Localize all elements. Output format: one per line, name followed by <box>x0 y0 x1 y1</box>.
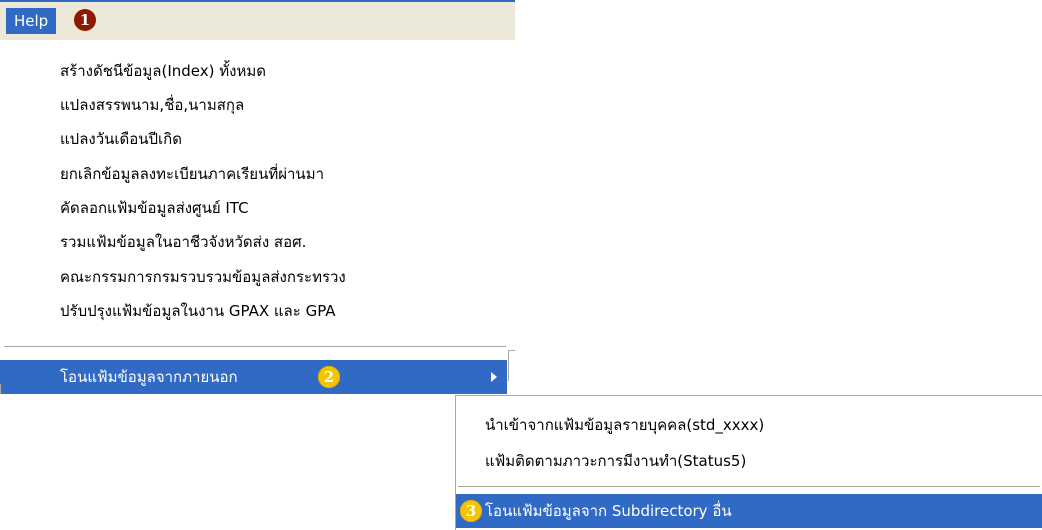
menu-item-label: รวมแฟ้มข้อมูลในอาชีวจังหวัดส่ง สอศ. <box>60 233 307 251</box>
menu-item-update-gpax[interactable]: ปรับปรุงแฟ้มข้อมูลในงาน GPAX และ GPA <box>0 294 507 328</box>
menu-item-label: โอนแฟ้มข้อมูลจากภายนอก <box>60 368 238 386</box>
menu-item-label: คณะกรรมการกรมรวบรวมข้อมูลส่งกระทรวง <box>60 268 346 286</box>
menu-item-label: แปลงวันเดือนปีเกิด <box>60 130 182 148</box>
submenu-item-transfer-subdirectory[interactable]: 3 โอนแฟ้มข้อมูลจาก Subdirectory อื่น <box>456 494 1042 528</box>
menu-item-convert-birthdate[interactable]: แปลงวันเดือนปีเกิด <box>0 122 507 156</box>
menu-item-label: สร้างดัชนีข้อมูล(Index) ทั้งหมด <box>60 62 266 80</box>
menu-item-label: แปลงสรรพนาม,ชื่อ,นามสกุล <box>60 96 245 114</box>
menu-item-convert-names[interactable]: แปลงสรรพนาม,ชื่อ,นามสกุล <box>0 88 507 122</box>
step-1-badge: 1 <box>74 9 96 31</box>
submenu-item-label: นำเข้าจากแฟ้มข้อมูลรายบุคคล(std_xxxx) <box>485 416 765 434</box>
menu-item-create-index[interactable]: สร้างดัชนีข้อมูล(Index) ทั้งหมด <box>0 54 507 88</box>
menu-item-label: ปรับปรุงแฟ้มข้อมูลในงาน GPAX และ GPA <box>60 302 336 320</box>
menu-border <box>0 384 9 394</box>
submenu-item-employment-status[interactable]: แฟ้มติดตามภาวะการมีงานทำ(Status5) <box>456 444 1042 478</box>
submenu-separator <box>458 486 1040 490</box>
menu-bar: Help 1 <box>0 0 515 40</box>
menu-item-cancel-registration[interactable]: ยกเลิกข้อมูลลงทะเบียนภาคเรียนที่ผ่านมา <box>0 157 507 191</box>
submenu-item-label: แฟ้มติดตามภาวะการมีงานทำ(Status5) <box>485 452 747 470</box>
menu-item-merge-province[interactable]: รวมแฟ้มข้อมูลในอาชีวจังหวัดส่ง สอศ. <box>0 225 507 259</box>
help-menu[interactable]: Help <box>6 8 57 34</box>
submenu-item-label: โอนแฟ้มข้อมูลจาก Subdirectory อื่น <box>485 502 732 520</box>
menu-item-import-external[interactable]: โอนแฟ้มข้อมูลจากภายนอก 2 <box>0 360 507 394</box>
menu-separator <box>4 346 506 350</box>
step-3-badge: 3 <box>460 500 482 522</box>
step-2-badge: 2 <box>318 366 340 388</box>
menu-item-label: คัดลอกแฟ้มข้อมูลส่งศูนย์ ITC <box>60 199 249 217</box>
import-submenu: นำเข้าจากแฟ้มข้อมูลรายบุคคล(std_xxxx) แฟ… <box>455 395 1042 530</box>
submenu-item-import-individual[interactable]: นำเข้าจากแฟ้มข้อมูลรายบุคคล(std_xxxx) <box>456 408 1042 442</box>
menu-border <box>508 350 515 381</box>
menu-item-copy-itc[interactable]: คัดลอกแฟ้มข้อมูลส่งศูนย์ ITC <box>0 191 507 225</box>
submenu-arrow-icon <box>491 372 497 382</box>
menu-item-label: ยกเลิกข้อมูลลงทะเบียนภาคเรียนที่ผ่านมา <box>60 165 325 183</box>
menu-item-committee-ministry[interactable]: คณะกรรมการกรมรวบรวมข้อมูลส่งกระทรวง <box>0 260 507 294</box>
help-dropdown-menu: สร้างดัชนีข้อมูล(Index) ทั้งหมด แปลงสรรพ… <box>0 40 515 394</box>
